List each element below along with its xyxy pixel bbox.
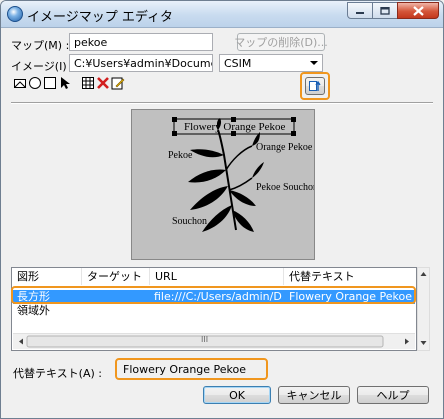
caption-buttons — [347, 2, 439, 19]
horizontal-scrollbar[interactable]: III — [13, 333, 415, 349]
resize-handle[interactable] — [231, 131, 236, 136]
edit-properties-button[interactable] — [111, 76, 125, 90]
resize-handle[interactable] — [291, 117, 296, 122]
image-map-editor-window: イメージマップ エディタ マップ(M) : pekoe マップの削除(D)...… — [0, 0, 444, 419]
edit-pencil-icon — [111, 77, 125, 90]
minimize-icon — [356, 11, 364, 14]
circle-icon — [29, 77, 41, 89]
polygon-tool-button[interactable] — [43, 76, 57, 90]
ok-button[interactable]: OK — [203, 386, 271, 404]
rectangle-tool-icon — [14, 79, 26, 88]
cursor-icon — [61, 77, 70, 89]
caption-pekoe-souchon: Pekoe Souchon — [256, 182, 314, 193]
title-bar: イメージマップ エディタ — [1, 1, 443, 28]
caption-orange-pekoe: Orange Pekoe — [256, 142, 313, 153]
delete-x-icon — [97, 77, 109, 89]
maximize-button[interactable] — [372, 2, 398, 19]
app-icon — [7, 6, 23, 22]
column-header-shape[interactable]: 図形 — [12, 268, 82, 285]
grid-icon — [82, 77, 94, 89]
chevron-down-icon — [310, 61, 318, 65]
table-row[interactable]: 領域外 — [13, 304, 415, 318]
minimize-button[interactable] — [347, 2, 373, 19]
image-path-input[interactable]: C:¥Users¥admin¥Documents¥hpb — [69, 54, 213, 72]
square-icon — [44, 77, 56, 89]
highlight-alt-text — [115, 358, 268, 380]
scrollbar-graphics — [19, 335, 409, 348]
image-type-value: CSIM — [224, 57, 252, 70]
alt-text-label: 代替テキスト(A) : — [13, 367, 102, 380]
scroll-thumb-grip: III — [201, 335, 209, 344]
resize-handle[interactable] — [291, 131, 296, 136]
column-header-alt-text[interactable]: 代替テキスト — [284, 268, 416, 285]
resize-handle[interactable] — [231, 117, 236, 122]
map-label: マップ(M) : — [11, 39, 70, 52]
rectangle-tool-button[interactable] — [13, 76, 27, 90]
image-type-select[interactable]: CSIM — [219, 54, 323, 72]
column-header-url[interactable]: URL — [150, 268, 284, 285]
close-button[interactable] — [397, 2, 439, 19]
resize-handle[interactable] — [172, 117, 177, 122]
caption-souchon: Souchon — [172, 216, 207, 227]
column-header-target[interactable]: ターゲット — [82, 268, 150, 285]
map-name-input[interactable]: pekoe — [69, 33, 213, 51]
grid-tool-button[interactable] — [81, 76, 95, 90]
resize-handle[interactable] — [172, 131, 177, 136]
highlight-selected-row — [11, 286, 416, 304]
cell-shape: 領域外 — [17, 304, 50, 317]
highlight-toolbar-button — [300, 72, 330, 100]
circle-tool-button[interactable] — [28, 76, 42, 90]
maximize-icon — [380, 6, 390, 15]
cancel-button[interactable]: キャンセル — [278, 386, 350, 404]
help-button[interactable]: ヘルプ — [357, 386, 429, 404]
tea-leaf-image: Flowery Orange Pekoe Pekoe Orange Pekoe … — [168, 117, 318, 232]
caption-pekoe: Pekoe — [168, 150, 193, 161]
separator — [11, 102, 433, 104]
window-title: イメージマップ エディタ — [27, 10, 173, 25]
delete-shape-button[interactable] — [96, 76, 110, 90]
delete-map-button[interactable]: マップの削除(D)... — [234, 33, 328, 51]
image-preview[interactable]: Flowery Orange Pekoe Pekoe Orange Pekoe … — [131, 109, 318, 260]
vertical-scroll-arrows — [420, 272, 427, 345]
vertical-scrollbar[interactable] — [417, 267, 430, 351]
select-tool-button[interactable] — [58, 76, 72, 90]
area-list[interactable]: 図形 ターゲット URL 代替テキスト 長方形 file:///C:/Users… — [11, 267, 417, 351]
image-label: イメージ(I) : — [11, 60, 74, 73]
close-icon — [412, 5, 424, 16]
